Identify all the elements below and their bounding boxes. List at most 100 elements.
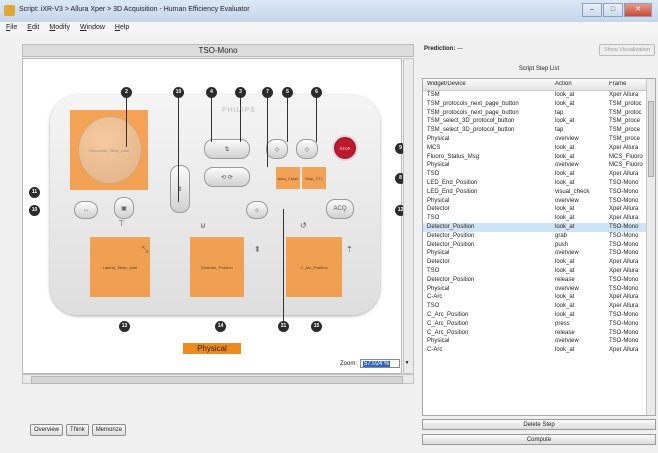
menu-edit[interactable]: Edit: [27, 22, 39, 34]
table-row[interactable]: C-Arc look_at Xper Allura: [423, 293, 648, 302]
compute-button[interactable]: Compute: [422, 434, 656, 445]
cell-widget: Detector: [427, 206, 450, 213]
zoom-input[interactable]: 57.024 %: [360, 359, 401, 368]
table-row[interactable]: Detector_Position grab TSO-Mono: [423, 232, 648, 241]
table-height-button[interactable]: ⇕: [170, 165, 190, 213]
table-row[interactable]: TSO look_at Xper Allura: [423, 214, 648, 223]
callout-3: 3: [235, 87, 246, 98]
cell-widget: Detector: [427, 259, 450, 266]
show-visualization-button[interactable]: Show Visualization: [599, 44, 655, 56]
device-canvas[interactable]: PHILIPS Horizontal_Table_Joint Lateral_T…: [22, 58, 406, 374]
table-row[interactable]: TSM_select_3D_protocol_button tap TSM_proc…: [423, 126, 648, 135]
scroll-thumb[interactable]: [31, 376, 403, 384]
memorize-button[interactable]: Memorize: [91, 424, 127, 436]
step-left-button[interactable]: ◇: [266, 139, 288, 159]
table-row[interactable]: Detector look_at Xper Allura: [423, 258, 648, 267]
cell-frame: TSO-Mono: [609, 329, 639, 336]
cell-frame: MCS_Fluoro: [609, 162, 643, 169]
table-row[interactable]: C_Arc_Position press TSO-Mono: [423, 320, 648, 329]
cell-frame: Xper Allura: [609, 259, 639, 266]
cell-action: push: [555, 241, 569, 248]
close-button[interactable]: ✕: [624, 3, 652, 17]
region-auto-crash[interactable]: Auto_Crash: [276, 167, 300, 189]
minimize-button[interactable]: –: [582, 3, 602, 17]
table-row[interactable]: TSM_protocols_next_page_button tap TSM_pro…: [423, 109, 648, 118]
region-c-arc-position[interactable]: C_Arc_Position: [286, 237, 342, 297]
cell-action: overview: [555, 136, 579, 142]
cell-widget: Physical: [427, 338, 450, 345]
table-rotate-button[interactable]: ⟲ ⟳: [204, 167, 250, 187]
menu-modify[interactable]: Modify: [49, 22, 70, 34]
cell-widget: TSO: [427, 215, 440, 222]
table-row[interactable]: MCS look_at Xper Allura: [423, 144, 648, 153]
menu-help[interactable]: Help: [115, 22, 129, 34]
callout-31: 31: [278, 321, 289, 332]
column-header-frame[interactable]: Frame: [609, 81, 649, 87]
menu-window[interactable]: Window: [80, 22, 105, 34]
table-row[interactable]: C-Arc look_at Xper Allura: [423, 346, 648, 355]
table-row[interactable]: TSO look_at Xper Allura: [423, 302, 648, 311]
think-button[interactable]: Think: [66, 424, 89, 436]
cell-action: overview: [555, 338, 579, 345]
stop-button[interactable]: STOP: [332, 135, 358, 161]
cell-frame: TSM_protoc: [609, 109, 642, 116]
cell-action: overview: [555, 285, 579, 292]
cell-widget: Detector_Position: [427, 276, 475, 283]
overview-button[interactable]: Overview: [30, 424, 64, 436]
scroll-thumb[interactable]: [648, 101, 654, 177]
table-row[interactable]: Detector_Position look_at TSO-Mono: [423, 223, 648, 232]
delete-step-button[interactable]: Delete Step: [422, 419, 656, 430]
region-detector-position[interactable]: Detector_Position: [190, 237, 244, 297]
step-right-button[interactable]: ◇: [296, 139, 318, 159]
table-row[interactable]: TSM_select_3D_protocol_button look_at TSM_…: [423, 117, 648, 126]
table-row[interactable]: LED_End_Position look_at TSO-Mono: [423, 179, 648, 188]
cell-widget: C-Arc: [427, 294, 443, 301]
table-tilt-button[interactable]: ⇅: [204, 139, 250, 159]
lateral-table-icon: ⤡: [142, 245, 149, 254]
cell-widget: MCS: [427, 144, 441, 151]
region-lateral-table-joint[interactable]: Lateral_Table_Joint: [90, 237, 150, 297]
table-row[interactable]: Detector_Position push TSO-Mono: [423, 241, 648, 250]
table-row[interactable]: LED_End_Position visual_check TSO-Mono: [423, 188, 648, 197]
cell-frame: TSM_proce: [609, 118, 641, 125]
column-header-action[interactable]: Action: [555, 81, 607, 87]
cell-frame: Xper Allura: [609, 171, 639, 178]
table-row[interactable]: Detector look_at Xper Allura: [423, 205, 648, 214]
cell-action: look_at: [555, 224, 575, 230]
device-horizontal-scrollbar[interactable]: [22, 374, 414, 384]
region-stop-ctl[interactable]: Stop_CTL: [302, 167, 326, 189]
device-vertical-scrollbar[interactable]: [403, 58, 414, 374]
cell-frame: TSO-Mono: [609, 224, 639, 230]
table-row[interactable]: Physical overview TSO-Mono: [423, 249, 648, 258]
table-row[interactable]: TSO look_at Xper Allura: [423, 170, 648, 179]
lateral-left-button[interactable]: ↔: [74, 201, 98, 219]
cell-frame: TSO-Mono: [609, 188, 639, 195]
table-row[interactable]: C_Arc_Position look_at TSO-Mono: [423, 311, 648, 320]
chevron-down-icon[interactable]: ▼: [403, 359, 411, 368]
cell-frame: Xper Allura: [609, 347, 639, 354]
table-row[interactable]: Fluoro_Status_Msg look_at MCS_Fluoro: [423, 153, 648, 162]
table-row[interactable]: TSO look_at Xper Allura: [423, 267, 648, 276]
cell-frame: TSM_protoc: [609, 100, 642, 107]
menu-file[interactable]: File: [6, 22, 17, 34]
table-row[interactable]: TSM_protocols_next_page_button look_at TSM…: [423, 100, 648, 109]
table-row[interactable]: Physical overview TSO-Mono: [423, 337, 648, 346]
table-vertical-scrollbar[interactable]: [646, 79, 655, 415]
app-icon: [4, 5, 15, 16]
cell-widget: C_Arc_Position: [427, 320, 469, 327]
lock-button[interactable]: ▣: [114, 197, 134, 219]
table-row[interactable]: Physical overview TSM_proce: [423, 135, 648, 144]
column-header-widget[interactable]: Widget/Device: [427, 81, 539, 87]
table-row[interactable]: Detector_Position release TSO-Mono: [423, 276, 648, 285]
zoom-control: Zoom: 57.024 % ▼: [340, 359, 411, 368]
acq-button[interactable]: ACQ: [326, 199, 354, 219]
table-row[interactable]: Physical overview MCS_Fluoro: [423, 161, 648, 170]
table-row[interactable]: Physical overview TSO-Mono: [423, 285, 648, 294]
table-row[interactable]: Physical overview TSO-Mono: [423, 197, 648, 206]
table-row[interactable]: C_Arc_Position release TSO-Mono: [423, 329, 648, 338]
table-row[interactable]: TSM look_at Xper Allura: [423, 91, 648, 100]
fluoro-mode-button[interactable]: ⊹: [246, 201, 268, 219]
maximize-button[interactable]: □: [603, 3, 623, 17]
title-bar: Script: iXR-V3 > Allura Xper > 3D Acquis…: [0, 0, 658, 23]
cell-action: look_at: [555, 259, 575, 266]
